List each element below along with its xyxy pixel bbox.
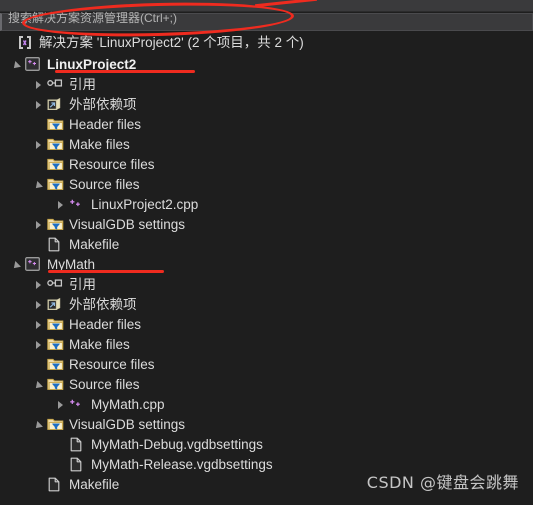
tree-item-label: Resource files [69,357,155,372]
tree-item[interactable]: LinuxProject2.cpp [0,195,533,215]
chevron-right-icon[interactable] [32,138,46,152]
solution-explorer-panel: 搜索解决方案资源管理器(Ctrl+;) 解决方案 'LinuxProject2'… [0,0,533,505]
chevron-down-icon[interactable] [10,58,24,72]
tree-item[interactable]: Make files [0,335,533,355]
references-icon [47,277,65,293]
tree-item[interactable]: Make files [0,135,533,155]
tree-item-label: Source files [69,377,140,392]
chevron-down-icon[interactable] [32,418,46,432]
tree-item-label: Header files [69,317,142,332]
tree-item-label: Source files [69,177,140,192]
solution-icon [17,35,35,51]
tree-item-label: Makefile [69,477,120,492]
tree-item[interactable]: Source files [0,175,533,195]
tree-item-label: 引用 [69,77,96,92]
file-icon [69,457,87,473]
tree-item-label: LinuxProject2 [47,57,137,72]
tree-item[interactable]: MyMath [0,255,533,275]
chevron-right-icon[interactable] [32,338,46,352]
watermark: CSDN @键盘会跳舞 [366,473,519,492]
chevron-right-icon[interactable] [32,298,46,312]
chevron-down-icon[interactable] [32,378,46,392]
tree-item-label: Makefile [69,237,120,252]
tree-item[interactable]: 外部依赖项 [0,95,533,115]
chevron-right-icon[interactable] [32,98,46,112]
tree-item-label: MyMath.cpp [91,397,165,412]
solution-tree[interactable]: 解决方案 'LinuxProject2' (2 个项目，共 2 个) Linux… [0,31,533,505]
solution-label: 解决方案 'LinuxProject2' (2 个项目，共 2 个) [39,35,304,50]
search-input[interactable]: 搜索解决方案资源管理器(Ctrl+;) [0,11,533,31]
tree-item-label: 外部依赖项 [69,97,137,112]
filter-folder-icon [47,157,65,173]
cpp-file-icon [69,397,87,413]
tree-item[interactable]: MyMath.cpp [0,395,533,415]
tree-item-label: 外部依赖项 [69,297,137,312]
chevron-right-icon[interactable] [54,198,68,212]
chevron-right-icon[interactable] [32,318,46,332]
tree-item[interactable]: Source files [0,375,533,395]
tree-item[interactable]: Resource files [0,155,533,175]
chevron-right-icon[interactable] [32,78,46,92]
filter-folder-icon [47,357,65,373]
file-icon [47,477,65,493]
tree-item[interactable]: Makefile [0,235,533,255]
cpp-project-icon [25,57,43,73]
filter-folder-icon [47,177,65,193]
external-deps-icon [47,97,65,113]
file-icon [69,437,87,453]
filter-folder-icon [47,377,65,393]
chevron-right-icon[interactable] [32,278,46,292]
tree-item-label: Make files [69,337,130,352]
chevron-right-icon[interactable] [54,398,68,412]
tree-item-label: MyMath-Release.vgdbsettings [91,457,273,472]
tree-item[interactable]: VisualGDB settings [0,415,533,435]
cpp-file-icon [69,197,87,213]
tree-item-label: MyMath-Debug.vgdbsettings [91,437,263,452]
solution-row[interactable]: 解决方案 'LinuxProject2' (2 个项目，共 2 个) [0,33,533,53]
tree-item-label: 引用 [69,277,96,292]
filter-folder-icon [47,417,65,433]
chevron-down-icon[interactable] [32,178,46,192]
tree-item[interactable]: 外部依赖项 [0,295,533,315]
tree-item[interactable]: LinuxProject2 [0,55,533,75]
tree-item-label: Make files [69,137,130,152]
tree-item-label: Header files [69,117,142,132]
cpp-project-icon [25,257,43,273]
tree-item-label: Resource files [69,157,155,172]
tree-item[interactable]: 引用 [0,275,533,295]
tree-item-label: VisualGDB settings [69,417,186,432]
tree-item[interactable]: Header files [0,315,533,335]
tree-item-label: MyMath [47,257,96,272]
tree-item[interactable]: 引用 [0,75,533,95]
search-placeholder-text: 搜索解决方案资源管理器(Ctrl+;) [8,11,177,25]
tree-item[interactable]: MyMath-Debug.vgdbsettings [0,435,533,455]
tree-item-label: VisualGDB settings [69,217,186,232]
filter-folder-icon [47,137,65,153]
tree-item-label: LinuxProject2.cpp [91,197,199,212]
external-deps-icon [47,297,65,313]
tree-item[interactable]: Resource files [0,355,533,375]
tree-item[interactable]: Header files [0,115,533,135]
references-icon [47,77,65,93]
filter-folder-icon [47,337,65,353]
tree-item[interactable]: VisualGDB settings [0,215,533,235]
chevron-down-icon[interactable] [10,258,24,272]
filter-folder-icon [47,117,65,133]
filter-folder-icon [47,317,65,333]
file-icon [47,237,65,253]
chevron-right-icon[interactable] [32,218,46,232]
filter-folder-icon [47,217,65,233]
